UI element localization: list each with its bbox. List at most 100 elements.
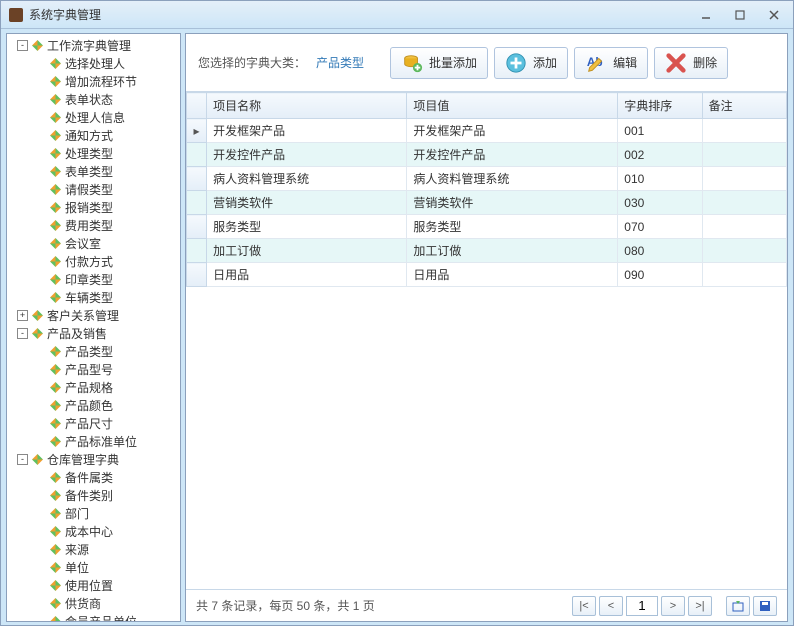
tree-leaf[interactable]: 备件属类: [7, 468, 180, 486]
tree-folder[interactable]: -工作流字典管理: [7, 36, 180, 54]
expander-icon[interactable]: -: [17, 328, 28, 339]
tree-leaf[interactable]: 增加流程环节: [7, 72, 180, 90]
tree-leaf[interactable]: 付款方式: [7, 252, 180, 270]
cell-name: 加工订做: [207, 239, 407, 263]
batch-add-button[interactable]: 批量添加: [390, 47, 488, 79]
tree-label: 费用类型: [65, 217, 113, 234]
cell-sort: 030: [618, 191, 702, 215]
tree-label: 处理类型: [65, 145, 113, 162]
table-row[interactable]: 加工订做加工订做080: [187, 239, 787, 263]
grid[interactable]: 项目名称项目值字典排序备注▸开发框架产品开发框架产品001开发控件产品开发控件产…: [186, 92, 787, 589]
tree-leaf[interactable]: 单位: [7, 558, 180, 576]
tree-leaf[interactable]: 会议室: [7, 234, 180, 252]
column-header[interactable]: 备注: [702, 93, 786, 119]
diamond-icon: [49, 183, 62, 196]
diamond-icon: [49, 597, 62, 610]
column-header[interactable]: 字典排序: [618, 93, 702, 119]
tree-leaf[interactable]: 选择处理人: [7, 54, 180, 72]
first-page-button[interactable]: |<: [572, 596, 596, 616]
cell-sort: 090: [618, 263, 702, 287]
tree-leaf[interactable]: 成本中心: [7, 522, 180, 540]
expander-icon[interactable]: -: [17, 40, 28, 51]
last-page-button[interactable]: >|: [688, 596, 712, 616]
diamond-icon: [31, 453, 44, 466]
tree-folder[interactable]: +客户关系管理: [7, 306, 180, 324]
table-row[interactable]: 开发控件产品开发控件产品002: [187, 143, 787, 167]
table-row[interactable]: 病人资料管理系统病人资料管理系统010: [187, 167, 787, 191]
column-header[interactable]: 项目值: [407, 93, 618, 119]
cell-remark: [702, 143, 786, 167]
diamond-icon: [49, 255, 62, 268]
tree-leaf[interactable]: 使用位置: [7, 576, 180, 594]
cell-remark: [702, 119, 786, 143]
batch-add-label: 批量添加: [429, 54, 477, 71]
table-row[interactable]: 营销类软件营销类软件030: [187, 191, 787, 215]
tree-leaf[interactable]: 产品颜色: [7, 396, 180, 414]
close-button[interactable]: [763, 7, 785, 23]
tree-leaf[interactable]: 产品标准单位: [7, 432, 180, 450]
tree-leaf[interactable]: 产品类型: [7, 342, 180, 360]
delete-button[interactable]: 删除: [654, 47, 728, 79]
diamond-icon: [49, 543, 62, 556]
tree-folder[interactable]: -产品及销售: [7, 324, 180, 342]
row-indicator: [187, 263, 207, 287]
tree-pane[interactable]: -工作流字典管理选择处理人增加流程环节表单状态处理人信息通知方式处理类型表单类型…: [6, 33, 181, 622]
tree-leaf[interactable]: 表单类型: [7, 162, 180, 180]
save-button[interactable]: [753, 596, 777, 616]
page-input[interactable]: [626, 596, 658, 616]
maximize-button[interactable]: [729, 7, 751, 23]
tree-folder[interactable]: - 仓库管理字典: [7, 450, 180, 468]
tree-leaf[interactable]: 产品型号: [7, 360, 180, 378]
cell-sort: 080: [618, 239, 702, 263]
cell-value: 病人资料管理系统: [407, 167, 618, 191]
column-header[interactable]: 项目名称: [207, 93, 407, 119]
tree-leaf[interactable]: 车辆类型: [7, 288, 180, 306]
edit-button[interactable]: Ab 编辑: [574, 47, 648, 79]
tree-leaf[interactable]: 部门: [7, 504, 180, 522]
tree-label: 选择处理人: [65, 55, 125, 72]
tree-leaf[interactable]: 处理人信息: [7, 108, 180, 126]
prev-page-button[interactable]: <: [599, 596, 623, 616]
tree-label: 仓库管理字典: [47, 451, 119, 468]
tree-leaf[interactable]: 处理类型: [7, 144, 180, 162]
tree-leaf[interactable]: 会员产品单位: [7, 612, 180, 622]
select-label: 您选择的字典大类：: [198, 54, 306, 71]
app-icon: [9, 8, 23, 22]
tree-leaf[interactable]: 通知方式: [7, 126, 180, 144]
table-row[interactable]: 服务类型服务类型070: [187, 215, 787, 239]
add-icon: [505, 52, 527, 74]
tree-leaf[interactable]: 备件类别: [7, 486, 180, 504]
diamond-icon: [49, 435, 62, 448]
diamond-icon: [49, 525, 62, 538]
tree-leaf[interactable]: 报销类型: [7, 198, 180, 216]
cell-value: 加工订做: [407, 239, 618, 263]
tree-label: 产品规格: [65, 379, 113, 396]
expander-icon[interactable]: -: [17, 454, 28, 465]
tree-leaf[interactable]: 来源: [7, 540, 180, 558]
tree-leaf[interactable]: 费用类型: [7, 216, 180, 234]
tree-leaf[interactable]: 产品规格: [7, 378, 180, 396]
table-row[interactable]: ▸开发框架产品开发框架产品001: [187, 119, 787, 143]
export-button[interactable]: [726, 596, 750, 616]
diamond-icon: [49, 381, 62, 394]
table-row[interactable]: 日用品日用品090: [187, 263, 787, 287]
row-header-corner: [187, 93, 207, 119]
tree-label: 来源: [65, 541, 89, 558]
tree-label: 请假类型: [65, 181, 113, 198]
batch-add-icon: [401, 52, 423, 74]
diamond-icon: [49, 615, 62, 623]
tree-label: 表单类型: [65, 163, 113, 180]
tree-leaf[interactable]: 请假类型: [7, 180, 180, 198]
next-page-button[interactable]: >: [661, 596, 685, 616]
tree-leaf[interactable]: 印章类型: [7, 270, 180, 288]
cell-name: 病人资料管理系统: [207, 167, 407, 191]
minimize-button[interactable]: [695, 7, 717, 23]
cell-remark: [702, 167, 786, 191]
tree-leaf[interactable]: 表单状态: [7, 90, 180, 108]
add-button[interactable]: 添加: [494, 47, 568, 79]
tree-label: 使用位置: [65, 577, 113, 594]
diamond-icon: [49, 219, 62, 232]
tree-leaf[interactable]: 供货商: [7, 594, 180, 612]
expander-icon[interactable]: +: [17, 310, 28, 321]
tree-leaf[interactable]: 产品尺寸: [7, 414, 180, 432]
